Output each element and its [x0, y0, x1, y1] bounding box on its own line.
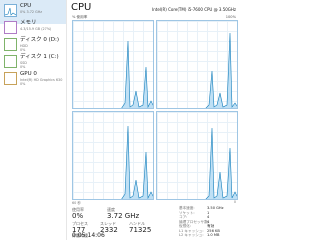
time-axis-end-label: 0 — [233, 200, 236, 204]
cpu-usage-graph — [121, 125, 153, 199]
sidebar-item-detail: 0% 3.72 GHz — [20, 10, 43, 14]
sidebar-item-label: CPU — [20, 3, 32, 9]
sidebar-item-detail: 0% — [20, 82, 26, 86]
max-percent-label: 100% — [225, 15, 236, 19]
time-axis-start-label: 60 秒 — [72, 201, 81, 205]
memory-thumbnail-icon — [4, 21, 17, 34]
detail-value: 1.0 MB — [207, 233, 220, 237]
disk-thumbnail-icon — [4, 55, 17, 68]
logical-processor-graph[interactable] — [156, 111, 238, 200]
sidebar-item-label: メモリ — [20, 20, 37, 26]
utilization-value: 0% — [72, 212, 84, 220]
sidebar-item-detail: Intel(R) HD Graphics 630 — [20, 78, 63, 82]
detail-label: L2 キャッシュ: — [179, 233, 204, 237]
logical-processor-graph[interactable] — [72, 20, 154, 109]
cpu-usage-graph — [121, 40, 153, 108]
speed-value: 3.72 GHz — [107, 212, 140, 220]
sidebar-item-label: GPU 0 — [20, 71, 37, 77]
sidebar-item-label: ディスク 1 (C:) — [20, 54, 59, 60]
detail-value: 3.50 GHz — [207, 206, 224, 210]
main-panel: CPU Intel(R) Core(TM) i5-7600 CPU @ 3.50… — [67, 0, 240, 240]
sidebar-item-label: ディスク 0 (D:) — [20, 37, 59, 43]
sidebar-item-detail: 4.3/15.9 GB (27%) — [20, 27, 52, 31]
sidebar-item-gpu0[interactable]: GPU 0 Intel(R) HD Graphics 630 0% — [0, 68, 66, 92]
cpu-usage-graph — [205, 127, 237, 199]
cpu-usage-graph — [205, 32, 237, 108]
disk-thumbnail-icon — [4, 38, 17, 51]
handles-value: 71325 — [129, 226, 152, 234]
cpu-graph-grid — [72, 20, 238, 200]
sidebar: CPU 0% 3.72 GHz メモリ 4.3/15.9 GB (27%) ディ… — [0, 0, 67, 240]
logical-processor-graph[interactable] — [156, 20, 238, 109]
cpu-thumbnail-icon — [4, 4, 17, 17]
cpu-model-name: Intel(R) Core(TM) i5-7600 CPU @ 3.50GHz — [152, 7, 236, 12]
uptime-value: 0:05:14:06 — [72, 232, 105, 239]
logical-processor-graph[interactable] — [72, 111, 154, 200]
page-title: CPU — [71, 2, 92, 13]
gpu-thumbnail-icon — [4, 72, 17, 85]
